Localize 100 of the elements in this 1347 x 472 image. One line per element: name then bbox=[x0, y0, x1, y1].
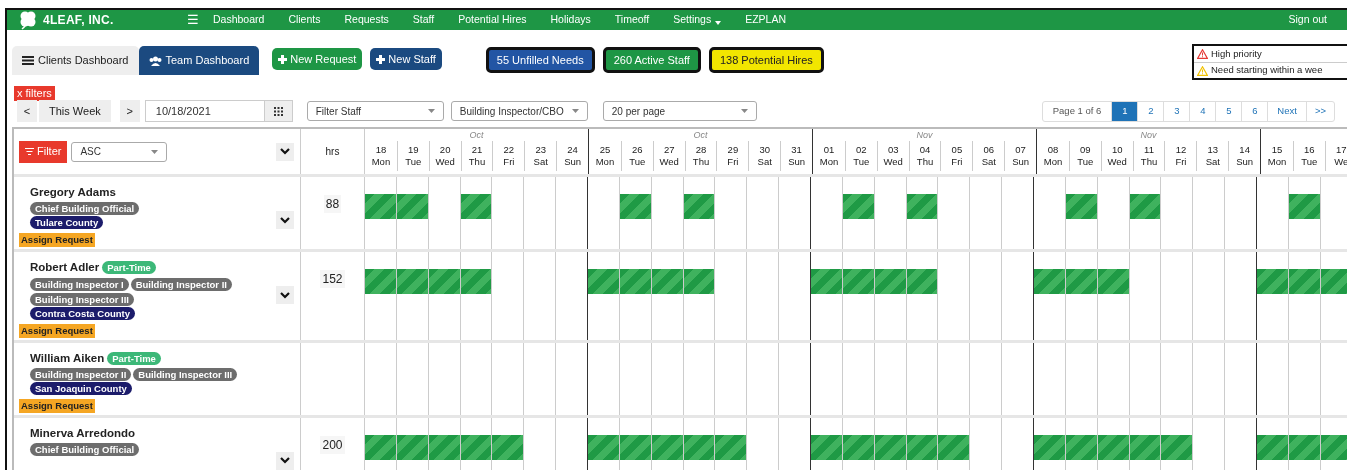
previous-week-button[interactable]: < bbox=[17, 100, 37, 122]
add-button[interactable]: New Request bbox=[272, 48, 363, 70]
day-header: 15 Mon bbox=[1266, 143, 1288, 169]
nav-link[interactable]: EZPLAN bbox=[745, 12, 787, 28]
calendar-button[interactable] bbox=[264, 100, 293, 122]
assign-request-button[interactable]: Assign Request bbox=[19, 233, 95, 248]
expand-button[interactable] bbox=[276, 142, 294, 161]
grid-icon bbox=[273, 106, 283, 116]
nav-link[interactable]: Timeoff bbox=[614, 12, 650, 28]
dropdown-select[interactable]: Building Inspector/CBO bbox=[450, 101, 588, 121]
sign-out-link[interactable]: Sign out bbox=[1288, 12, 1327, 28]
add-button[interactable]: New Staff bbox=[370, 48, 442, 70]
dashboard-tab[interactable]: Team Dashboard bbox=[138, 46, 260, 75]
list-icon bbox=[22, 56, 34, 65]
nav-link[interactable]: Holidays bbox=[550, 12, 591, 28]
day-header: 30 Sat bbox=[748, 141, 781, 171]
stat-button[interactable]: 138 Potential Hires bbox=[708, 47, 824, 73]
page-button[interactable]: 4 bbox=[1189, 101, 1216, 121]
day-header: 27 Wed bbox=[652, 141, 685, 171]
chevron-down-icon bbox=[280, 291, 290, 299]
last-page-button[interactable]: >> bbox=[1305, 101, 1334, 121]
next-week-button[interactable]: > bbox=[119, 100, 140, 122]
chevron-down-icon bbox=[280, 457, 290, 465]
role-badge: Building Inspector III bbox=[133, 367, 238, 381]
page-button[interactable]: 3 bbox=[1163, 101, 1190, 121]
day-header: 28 Thu bbox=[684, 141, 717, 171]
day-header: 05 Fri bbox=[940, 141, 973, 171]
hours-value: 200 bbox=[320, 435, 345, 454]
month-label: Oct bbox=[469, 129, 484, 141]
day-header: 11 Thu bbox=[1132, 141, 1165, 171]
page-button[interactable]: 1 bbox=[1111, 101, 1138, 121]
staff-name: Gregory Adams bbox=[30, 185, 116, 200]
county-badge: Contra Costa County bbox=[30, 306, 135, 320]
chevron-down-icon bbox=[280, 216, 290, 224]
assign-request-button[interactable]: Assign Request bbox=[19, 398, 95, 413]
day-header: 17 We bbox=[1324, 141, 1347, 171]
expand-button[interactable] bbox=[276, 451, 294, 470]
day-header: 31 Sun bbox=[780, 141, 813, 171]
role-badge: Chief Building Official bbox=[30, 202, 140, 216]
month-label: Oct bbox=[693, 129, 708, 141]
county-badge: Tulare County bbox=[30, 216, 104, 230]
nav-link[interactable]: Requests bbox=[344, 12, 389, 28]
filter-button[interactable]: Filter bbox=[19, 140, 68, 163]
nav-link[interactable]: Dashboard bbox=[213, 12, 265, 28]
day-header: 12 Fri bbox=[1164, 141, 1197, 171]
hours-value: 152 bbox=[320, 270, 345, 289]
county-badge: San Joaquin County bbox=[30, 381, 132, 395]
nav-link[interactable]: Staff bbox=[412, 12, 435, 28]
day-header: 22 Fri bbox=[492, 141, 525, 171]
day-header: 21 Thu bbox=[460, 141, 493, 171]
hours-value: 88 bbox=[323, 195, 342, 213]
brand-logo[interactable]: 4LEAF, INC. bbox=[17, 10, 187, 30]
stat-button[interactable]: 260 Active Staff bbox=[602, 47, 701, 73]
dropdown-select[interactable]: 20 per page bbox=[602, 101, 757, 121]
this-week-button[interactable]: This Week bbox=[39, 100, 111, 122]
day-header: 08 Mon bbox=[1042, 143, 1064, 169]
caret-icon bbox=[740, 109, 748, 113]
day-header: 23 Sat bbox=[524, 141, 557, 171]
date-field[interactable]: 10/18/2021 bbox=[144, 100, 265, 122]
day-header: 26 Tue bbox=[620, 141, 653, 171]
assign-request-button[interactable]: Assign Request bbox=[19, 323, 95, 338]
next-page-button[interactable]: Next bbox=[1267, 101, 1306, 121]
day-header: 18 Mon bbox=[370, 143, 392, 169]
nav-link[interactable]: Clients bbox=[288, 12, 321, 28]
page-button[interactable]: 5 bbox=[1215, 101, 1242, 121]
page-info: Page 1 of 6 bbox=[1051, 103, 1103, 118]
month-label: Nov bbox=[916, 129, 933, 141]
expand-button[interactable] bbox=[276, 286, 294, 305]
staff-name: William Aiken bbox=[30, 350, 105, 366]
page-button[interactable]: 6 bbox=[1241, 101, 1268, 121]
dashboard-tab[interactable]: Clients Dashboard bbox=[12, 46, 139, 75]
stat-button[interactable]: 55 Unfilled Needs bbox=[485, 47, 595, 73]
role-badge: Building Inspector I bbox=[30, 277, 129, 291]
nav-link[interactable]: Settings bbox=[673, 12, 722, 28]
caret-icon bbox=[427, 109, 435, 113]
nav-link[interactable]: Potential Hires bbox=[458, 12, 527, 28]
day-header: 16 Tue bbox=[1292, 141, 1325, 171]
menu-icon[interactable]: ☰ bbox=[187, 10, 199, 30]
day-header: 01 Mon bbox=[818, 143, 840, 169]
day-header: 07 Sun bbox=[1004, 141, 1037, 171]
hrs-heading: hrs bbox=[325, 145, 340, 159]
caret-icon bbox=[571, 109, 579, 113]
day-header: 14 Sun bbox=[1228, 141, 1261, 171]
day-header: 09 Tue bbox=[1068, 141, 1101, 171]
role-badge: Building Inspector II bbox=[30, 367, 132, 381]
month-label: Nov bbox=[1140, 129, 1157, 141]
day-header: 29 Fri bbox=[716, 141, 749, 171]
role-badge: Building Inspector II bbox=[130, 277, 232, 291]
expand-button[interactable] bbox=[276, 211, 294, 229]
dropdown-select[interactable]: ASC bbox=[71, 141, 168, 162]
page-button[interactable]: 2 bbox=[1137, 101, 1164, 121]
day-header: 10 Wed bbox=[1100, 141, 1133, 171]
caret-icon bbox=[151, 149, 159, 154]
day-header: 19 Tue bbox=[396, 141, 429, 171]
day-header: 06 Sat bbox=[972, 141, 1005, 171]
filter-icon bbox=[25, 148, 34, 155]
day-header: 24 Sun bbox=[556, 141, 588, 171]
dropdown-select[interactable]: Filter Staff bbox=[306, 101, 444, 121]
day-header: 02 Tue bbox=[844, 141, 877, 171]
legend-label: High priority bbox=[1211, 46, 1262, 61]
